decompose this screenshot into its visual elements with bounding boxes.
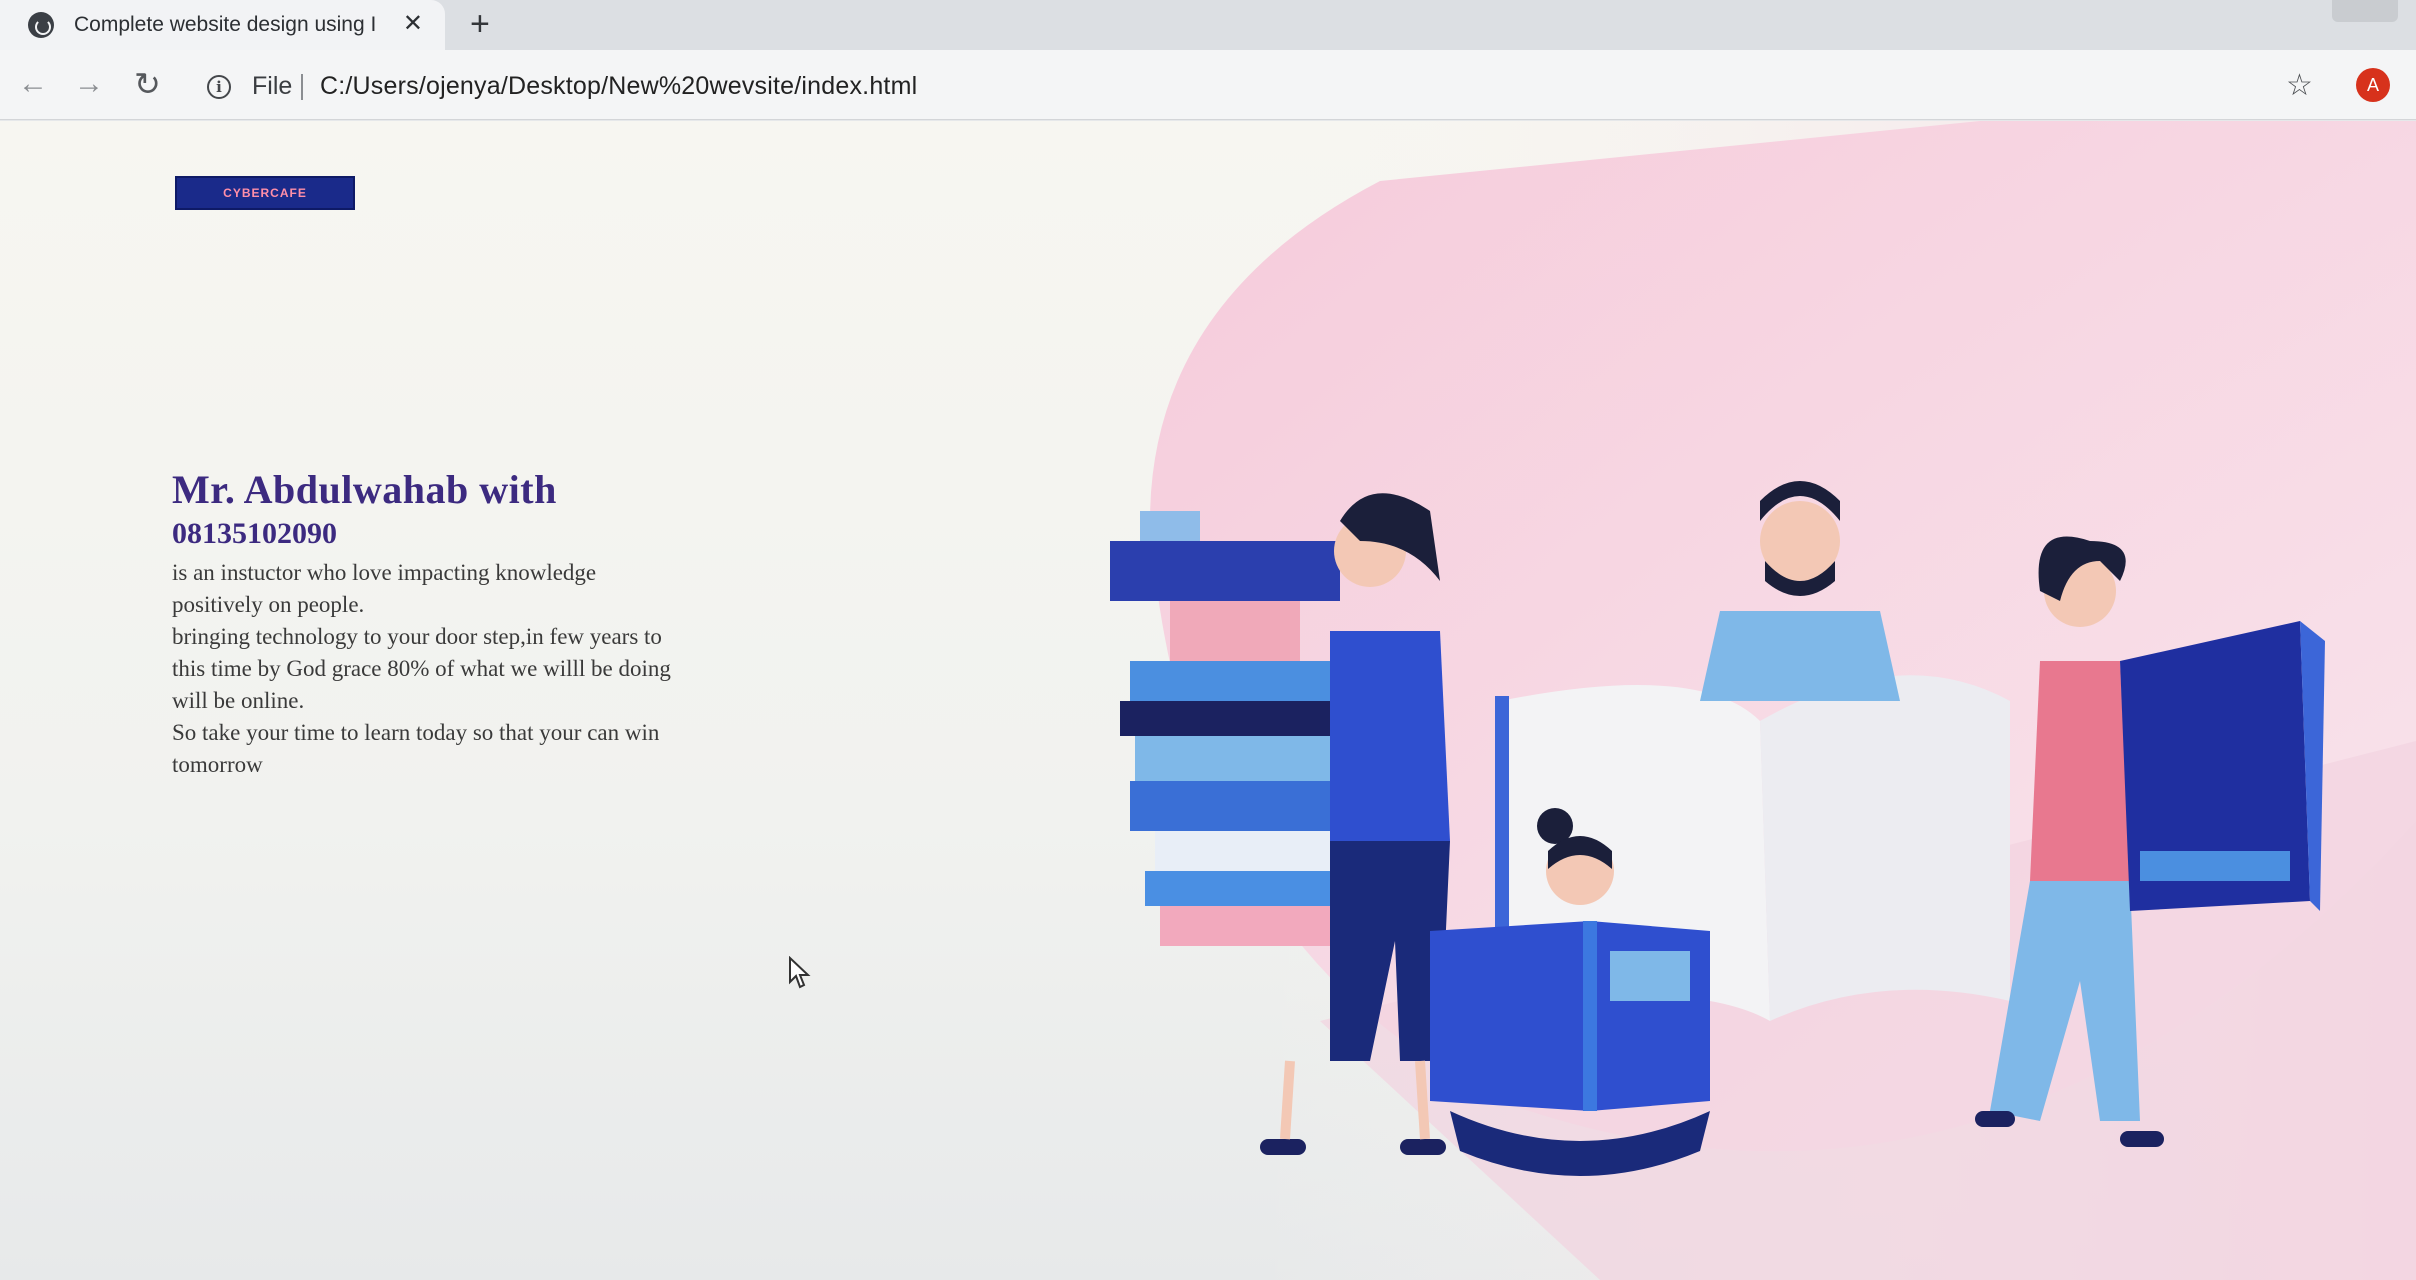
big-book-page-right xyxy=(1760,675,2010,1021)
person-shirt xyxy=(1330,631,1450,841)
person-leg xyxy=(1415,1060,1430,1140)
logo-text: CYBERCAFE xyxy=(223,186,307,200)
girl-book-label xyxy=(1610,951,1690,1001)
book xyxy=(1155,831,1345,871)
body-line: is an instuctor who love impacting knowl… xyxy=(172,560,597,585)
globe-icon xyxy=(28,12,54,38)
girl-book xyxy=(1430,921,1710,1111)
window-controls[interactable] xyxy=(2332,0,2398,22)
hero-title: Mr. Abdulwahab with xyxy=(172,467,557,512)
site-logo[interactable]: CYBERCAFE xyxy=(175,176,355,210)
person-leg xyxy=(1280,1060,1295,1140)
person-shoe xyxy=(1260,1139,1306,1155)
profile-avatar[interactable]: A xyxy=(2356,68,2390,102)
bookmark-star-icon[interactable]: ☆ xyxy=(2286,68,2313,103)
book xyxy=(1135,736,1345,781)
body-line: tomorrow xyxy=(172,752,263,777)
person2-shoe xyxy=(1975,1111,2015,1127)
forward-button[interactable]: → xyxy=(74,66,104,102)
person-shoe xyxy=(1400,1139,1446,1155)
body-line: So take your time to learn today so that… xyxy=(172,720,660,745)
tab-strip: Complete website design using I ✕ + xyxy=(0,0,2416,50)
body-line: this time by God grace 80% of what we wi… xyxy=(172,656,671,681)
book xyxy=(1145,871,1350,906)
page-content: CYBERCAFE Mr. Abdulwahab with 0813510209… xyxy=(0,121,2416,1280)
reload-button[interactable]: ↻ xyxy=(134,66,161,102)
book xyxy=(1130,781,1350,831)
body-line: will be online. xyxy=(172,688,305,713)
person2-shoe xyxy=(2120,1131,2164,1147)
separator xyxy=(301,74,303,100)
person2-shirt xyxy=(2030,661,2130,881)
body-line: positively on people. xyxy=(172,592,365,617)
close-tab-icon[interactable]: ✕ xyxy=(403,10,423,38)
blue-book-label xyxy=(2140,851,2290,881)
new-tab-button[interactable]: + xyxy=(470,6,490,42)
girl-book-spine xyxy=(1583,921,1597,1111)
book xyxy=(1110,541,1340,601)
hero-body: is an instuctor who love impacting knowl… xyxy=(172,557,822,781)
file-label: File xyxy=(252,72,293,100)
book xyxy=(1170,601,1300,661)
back-button[interactable]: ← xyxy=(18,66,48,102)
book xyxy=(1160,906,1350,946)
mouse-cursor-icon xyxy=(789,956,811,989)
book xyxy=(1120,701,1350,736)
book xyxy=(1140,511,1200,546)
man-shirt xyxy=(1700,611,1900,701)
address-bar[interactable]: C:/Users/ojenya/Desktop/New%20wevsite/in… xyxy=(320,72,917,101)
tab-title: Complete website design using I xyxy=(74,13,377,36)
browser-toolbar: ← → ↻ i File C:/Users/ojenya/Desktop/New… xyxy=(0,50,2416,120)
book xyxy=(1130,661,1345,701)
body-line: bringing technology to your door step,in… xyxy=(172,624,662,649)
hero-text: Mr. Abdulwahab with 08135102090 is an in… xyxy=(172,466,822,781)
hero-phone: 08135102090 xyxy=(172,517,337,550)
browser-tab[interactable]: Complete website design using I ✕ xyxy=(0,0,445,50)
info-icon[interactable]: i xyxy=(207,75,231,99)
reading-people-illustration xyxy=(1110,121,2416,1280)
